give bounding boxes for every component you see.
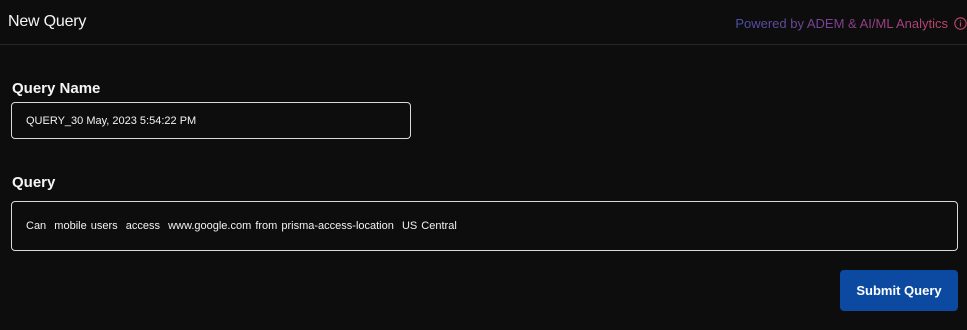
info-icon[interactable]	[954, 17, 967, 30]
query-input-text: Can mobile users access www.google.com f…	[26, 220, 457, 232]
powered-by-banner: Powered by ADEM & AI/ML Analytics	[735, 16, 967, 31]
new-query-panel: New Query Powered by ADEM & AI/ML Analyt…	[0, 0, 967, 330]
query-label: Query	[12, 174, 56, 191]
query-name-label: Query Name	[12, 80, 101, 97]
page-title: New Query	[8, 13, 87, 30]
query-input[interactable]: Can mobile users access www.google.com f…	[11, 201, 958, 251]
powered-by-text: Powered by ADEM & AI/ML Analytics	[735, 16, 948, 31]
submit-query-button[interactable]: Submit Query	[840, 270, 958, 311]
panel-header: New Query Powered by ADEM & AI/ML Analyt…	[0, 0, 967, 45]
query-name-input[interactable]	[11, 102, 411, 139]
